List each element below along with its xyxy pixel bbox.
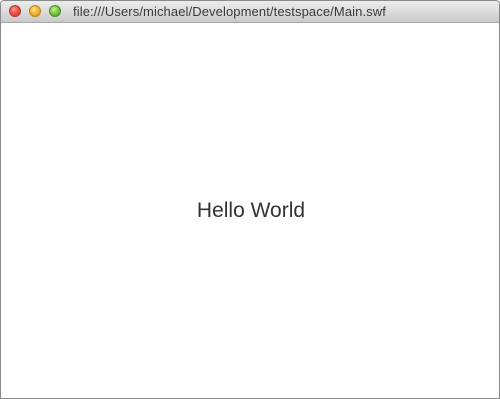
minimize-button[interactable]	[29, 5, 41, 17]
swf-content-area: Hello World	[1, 23, 499, 398]
window-title: file:///Users/michael/Development/testsp…	[73, 4, 386, 19]
hello-world-text: Hello World	[196, 199, 306, 222]
zoom-button[interactable]	[49, 5, 61, 17]
close-button[interactable]	[9, 5, 21, 17]
title-bar[interactable]: file:///Users/michael/Development/testsp…	[1, 1, 499, 23]
app-window: file:///Users/michael/Development/testsp…	[0, 0, 500, 399]
